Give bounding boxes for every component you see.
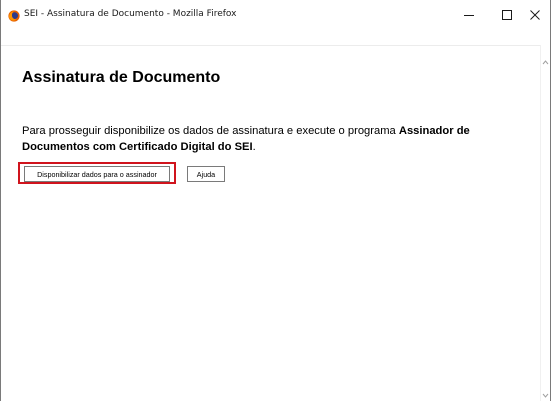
scroll-up-icon[interactable]: [542, 59, 549, 66]
help-button[interactable]: Ajuda: [187, 166, 225, 182]
browser-window: SEI - Assinatura de Documento - Mozilla …: [0, 0, 551, 401]
instruction-prefix: Para prosseguir disponibilize os dados d…: [22, 125, 399, 137]
instruction-text: Para prosseguir disponibilize os dados d…: [22, 123, 522, 155]
maximize-icon: [502, 10, 512, 20]
close-icon: [530, 10, 540, 20]
firefox-icon: [8, 10, 20, 22]
close-button[interactable]: [517, 0, 551, 30]
instruction-suffix: .: [252, 141, 256, 153]
minimize-button[interactable]: [451, 0, 487, 30]
window-title: SEI - Assinatura de Documento - Mozilla …: [24, 9, 237, 19]
provide-signer-data-button[interactable]: Disponibilizar dados para o assinador: [24, 166, 170, 182]
page-title: Assinatura de Documento: [22, 69, 221, 86]
minimize-icon: [464, 15, 474, 16]
vertical-scrollbar[interactable]: [540, 45, 550, 401]
scroll-down-icon[interactable]: [542, 392, 549, 399]
page-content: Assinatura de Documento Para prosseguir …: [1, 45, 541, 401]
title-bar[interactable]: SEI - Assinatura de Documento - Mozilla …: [1, 0, 550, 32]
